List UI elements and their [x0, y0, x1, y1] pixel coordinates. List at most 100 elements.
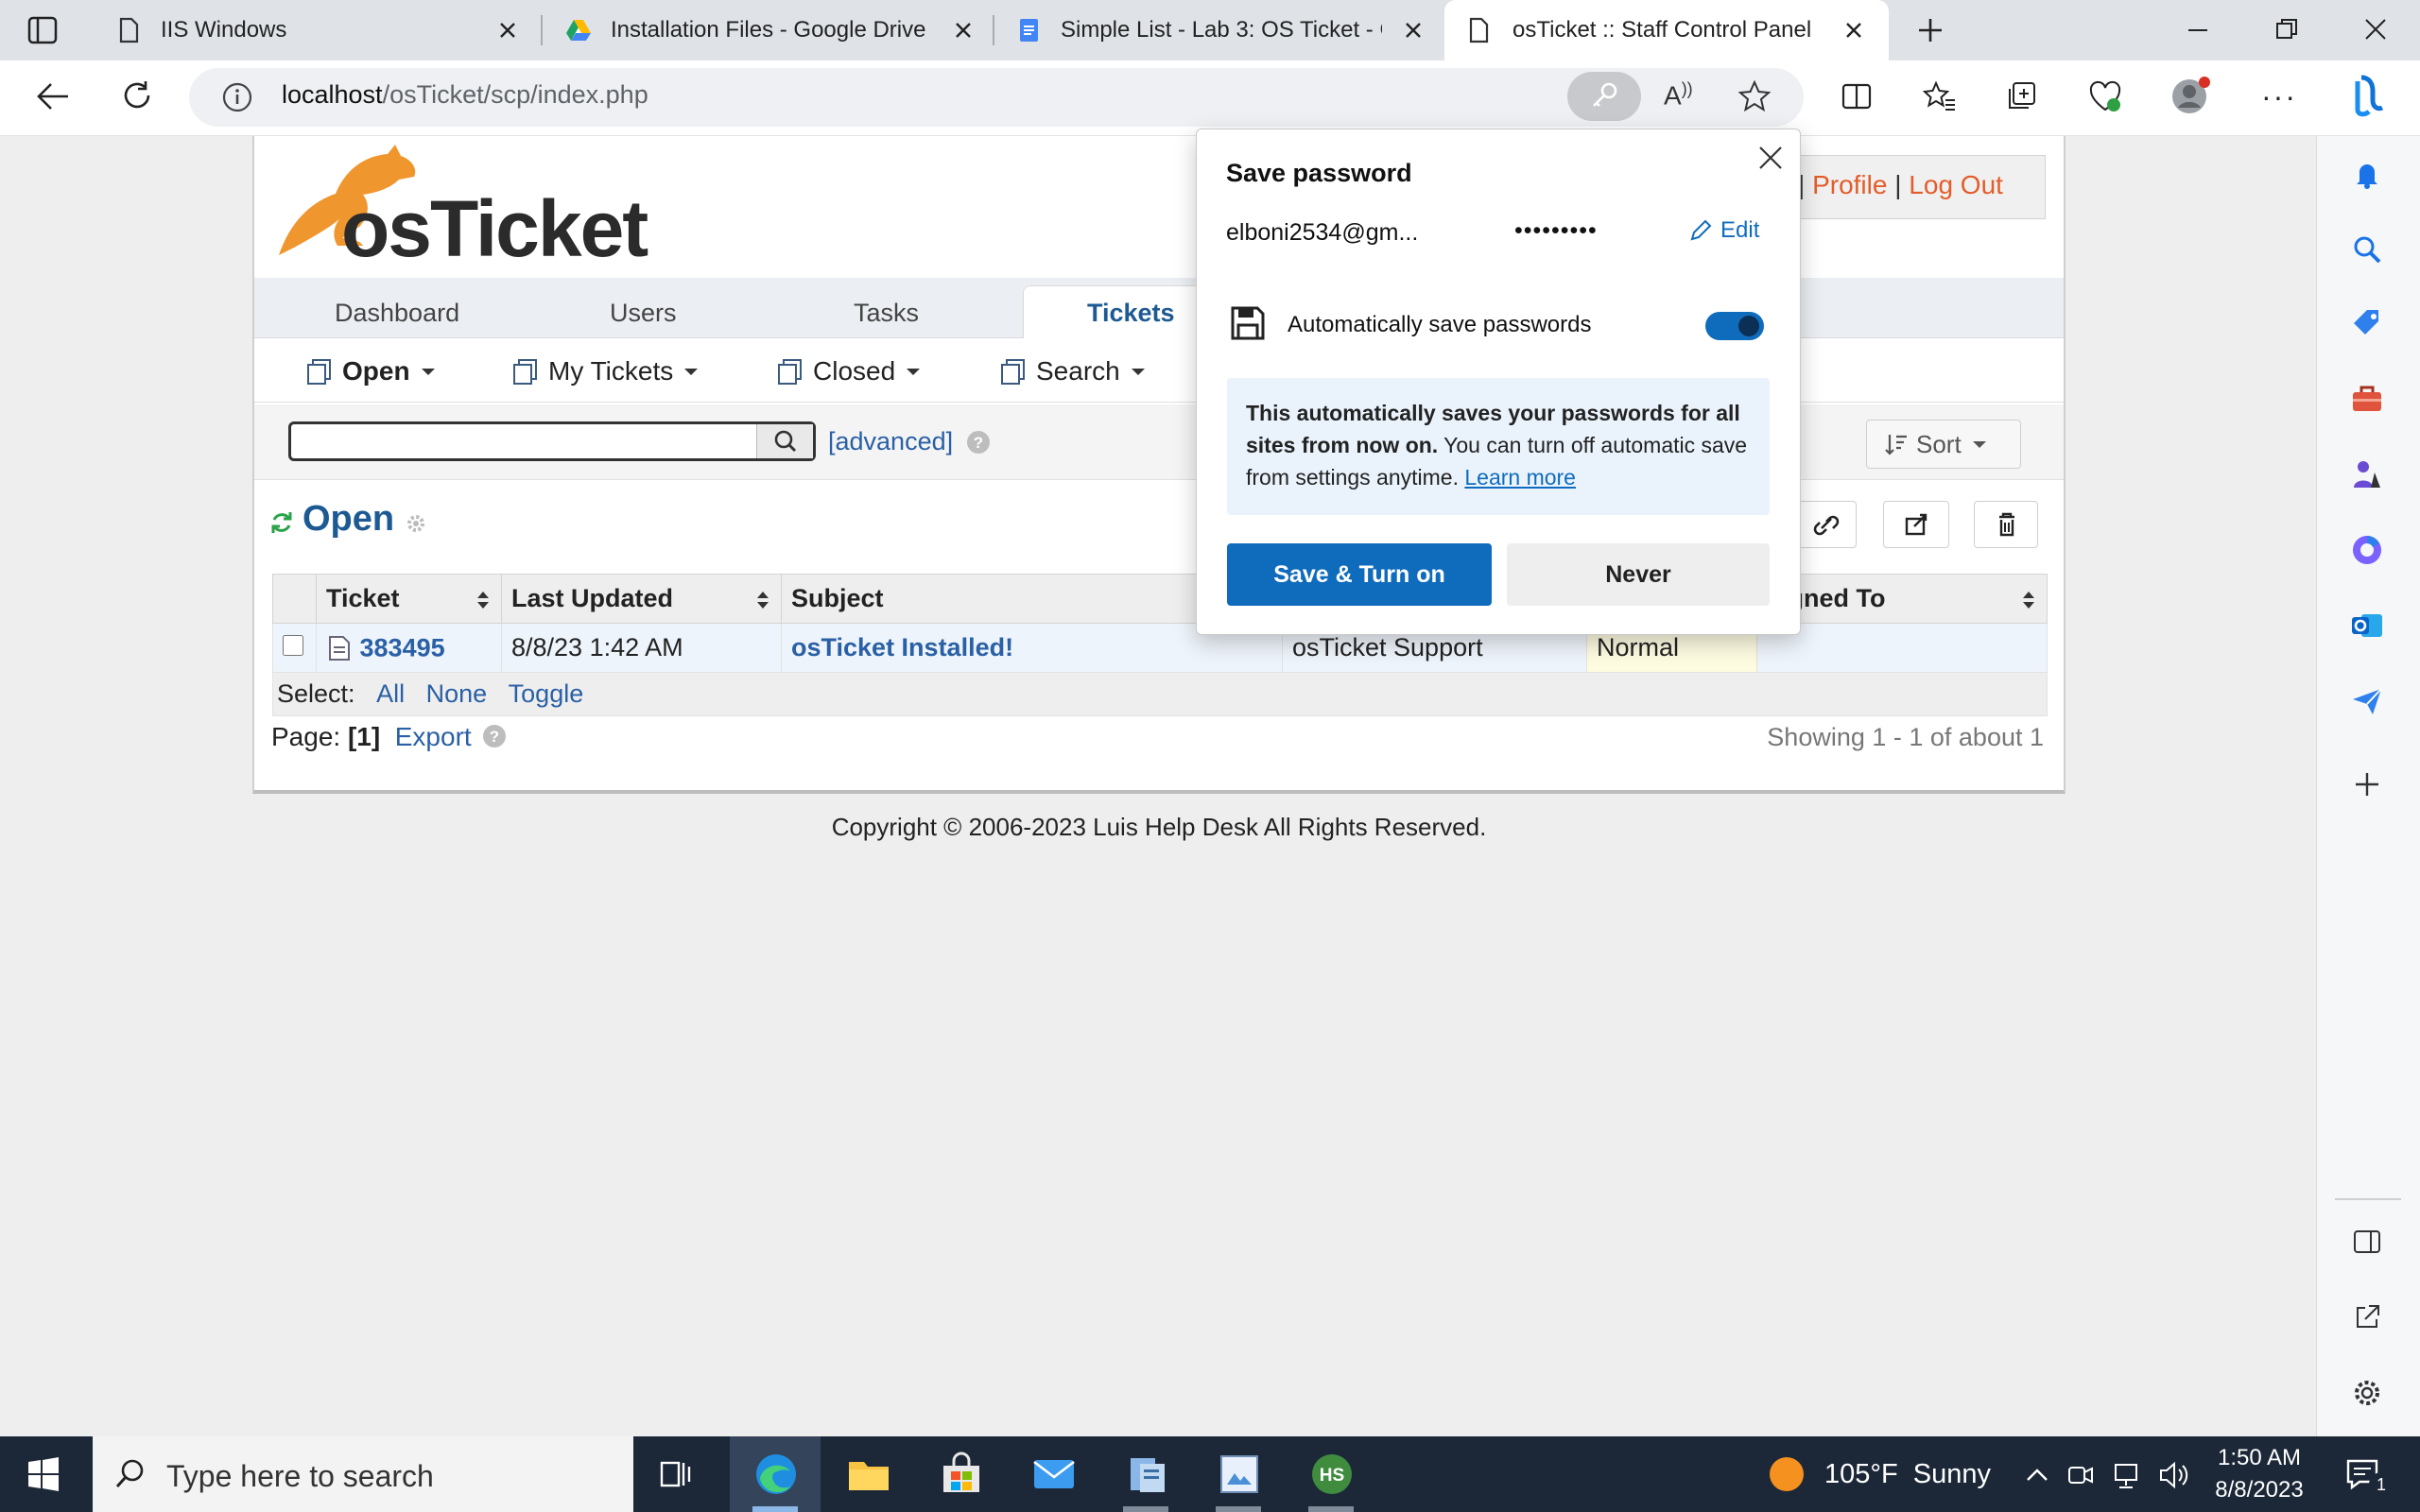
back-arrow-icon[interactable]: [34, 79, 72, 113]
more-menu-icon[interactable]: ···: [2261, 79, 2297, 114]
header-last-updated[interactable]: Last Updated: [501, 574, 782, 624]
tab-tasks[interactable]: Tasks: [854, 299, 919, 328]
search-button[interactable]: [756, 424, 813, 458]
send-drop-icon[interactable]: [2350, 684, 2384, 718]
tab-iis-windows[interactable]: IIS Windows: [95, 0, 539, 60]
share-button[interactable]: [1883, 501, 1949, 548]
split-screen-icon[interactable]: [1840, 79, 1874, 113]
close-tab-icon[interactable]: [1840, 16, 1868, 44]
refresh-icon[interactable]: [119, 77, 155, 113]
read-aloud-icon[interactable]: A)): [1664, 79, 1693, 111]
queue-settings-gear-icon[interactable]: [405, 512, 427, 535]
add-sidebar-app-icon[interactable]: [2350, 767, 2384, 801]
microsoft-store-icon[interactable]: [938, 1451, 985, 1498]
pencil-icon: [1690, 219, 1712, 241]
paint-icon[interactable]: [1216, 1451, 1263, 1498]
network-icon[interactable]: [2112, 1459, 2144, 1491]
weather-text[interactable]: 105°F Sunny: [1824, 1459, 1991, 1490]
edit-credentials-button[interactable]: Edit: [1688, 217, 1759, 244]
collections-icon[interactable]: [2004, 79, 2038, 113]
sort-button[interactable]: Sort: [1866, 420, 2021, 469]
mail-icon[interactable]: [1030, 1451, 1078, 1498]
close-window-icon[interactable]: [2361, 15, 2390, 43]
pager-current[interactable]: [1]: [348, 722, 380, 751]
site-info-icon[interactable]: [221, 81, 253, 113]
games-icon[interactable]: [2350, 457, 2384, 491]
never-button[interactable]: Never: [1507, 543, 1770, 606]
tab-osticket-active[interactable]: osTicket :: Staff Control Panel: [1444, 0, 1889, 60]
osticket-logo[interactable]: osTicket: [269, 142, 657, 274]
select-none-link[interactable]: None: [426, 679, 488, 708]
tab-tickets[interactable]: Tickets: [1087, 299, 1175, 328]
volume-icon[interactable]: [2157, 1459, 2191, 1491]
browser-essentials-icon[interactable]: [2087, 79, 2123, 113]
tab-google-docs[interactable]: Simple List - Lab 3: OS Ticket - G: [994, 0, 1444, 60]
task-view-icon[interactable]: [658, 1455, 696, 1493]
restore-icon[interactable]: [2273, 15, 2301, 43]
show-hidden-icons-icon[interactable]: [2023, 1461, 2051, 1489]
logout-link[interactable]: Log Out: [1909, 170, 2003, 199]
popup-close-icon[interactable]: [1754, 142, 1787, 174]
close-tab-icon[interactable]: [1399, 16, 1427, 44]
export-link[interactable]: Export: [395, 722, 472, 751]
tab-title: osTicket :: Staff Control Panel: [1512, 17, 1812, 43]
subnav-search[interactable]: Search: [998, 356, 1145, 387]
export-help-icon[interactable]: ?: [482, 724, 507, 748]
select-all-link[interactable]: All: [376, 679, 405, 708]
tab-actions-icon[interactable]: [26, 15, 59, 45]
header-label: Subject: [791, 584, 884, 612]
password-key-button[interactable]: [1567, 72, 1641, 121]
refresh-queue-icon[interactable]: [269, 508, 294, 537]
clock[interactable]: 1:50 AM 8/8/2023: [2204, 1442, 2314, 1506]
windows-start-icon[interactable]: [26, 1457, 60, 1491]
subnav-my-tickets[interactable]: My Tickets: [510, 356, 699, 387]
new-tab-icon[interactable]: [1913, 13, 1947, 47]
close-tab-icon[interactable]: [949, 16, 977, 44]
header-ticket[interactable]: Ticket: [316, 574, 502, 624]
url-path: /osTicket/scp/index.php: [382, 80, 648, 109]
open-external-icon[interactable]: [2352, 1302, 2382, 1332]
subnav-closed[interactable]: Closed: [775, 356, 921, 387]
help-icon[interactable]: ?: [966, 430, 991, 455]
row-checkbox[interactable]: [283, 635, 303, 656]
favorite-star-icon[interactable]: [1737, 79, 1772, 113]
save-and-turn-on-button[interactable]: Save & Turn on: [1227, 543, 1492, 606]
subject-link[interactable]: osTicket Installed!: [791, 633, 1013, 662]
tools-briefcase-icon[interactable]: [2350, 382, 2384, 416]
microsoft-365-icon[interactable]: [2350, 533, 2384, 567]
shopping-tag-icon[interactable]: [2350, 306, 2384, 340]
minimize-icon[interactable]: [2184, 15, 2212, 43]
ticket-number-link[interactable]: 383495: [360, 634, 445, 662]
notification-bell-icon[interactable]: [2350, 157, 2384, 191]
weather-sun-icon[interactable]: [1768, 1455, 1806, 1493]
sidebar-search-icon[interactable]: [2350, 232, 2384, 266]
heidisql-icon[interactable]: HS: [1308, 1451, 1356, 1498]
tab-google-drive[interactable]: Installation Files - Google Drive: [544, 0, 989, 60]
close-tab-icon[interactable]: [493, 16, 522, 44]
tab-dashboard[interactable]: Dashboard: [335, 299, 459, 328]
copilot-icon[interactable]: [2341, 68, 2397, 125]
tab-users[interactable]: Users: [610, 299, 677, 328]
subnav-open[interactable]: Open: [304, 356, 435, 387]
url-text[interactable]: localhost/osTicket/scp/index.php: [282, 80, 648, 110]
url-host: localhost: [282, 80, 383, 109]
delete-button[interactable]: [1974, 501, 2038, 548]
sidebar-layout-icon[interactable]: [2352, 1227, 2382, 1257]
profile-link[interactable]: Profile: [1812, 170, 1887, 199]
advanced-search-link[interactable]: [advanced]: [828, 427, 953, 456]
learn-more-link[interactable]: Learn more: [1464, 465, 1576, 490]
row-select-cell: [272, 623, 317, 673]
iis-manager-icon[interactable]: [1123, 1451, 1170, 1498]
ticket-search-input[interactable]: [288, 421, 816, 461]
favorites-icon[interactable]: [1923, 79, 1957, 113]
auto-save-toggle[interactable]: [1705, 312, 1764, 340]
sort-arrows-icon: [757, 592, 769, 609]
sidebar-settings-gear-icon[interactable]: [2350, 1376, 2384, 1410]
select-toggle-link[interactable]: Toggle: [509, 679, 584, 708]
outlook-icon[interactable]: [2350, 609, 2384, 643]
meet-now-icon[interactable]: [2066, 1459, 2095, 1491]
file-explorer-icon[interactable]: [845, 1451, 892, 1498]
edge-browser-icon[interactable]: [752, 1451, 800, 1498]
profile-avatar[interactable]: [2170, 76, 2212, 117]
link-button[interactable]: [1794, 501, 1857, 548]
